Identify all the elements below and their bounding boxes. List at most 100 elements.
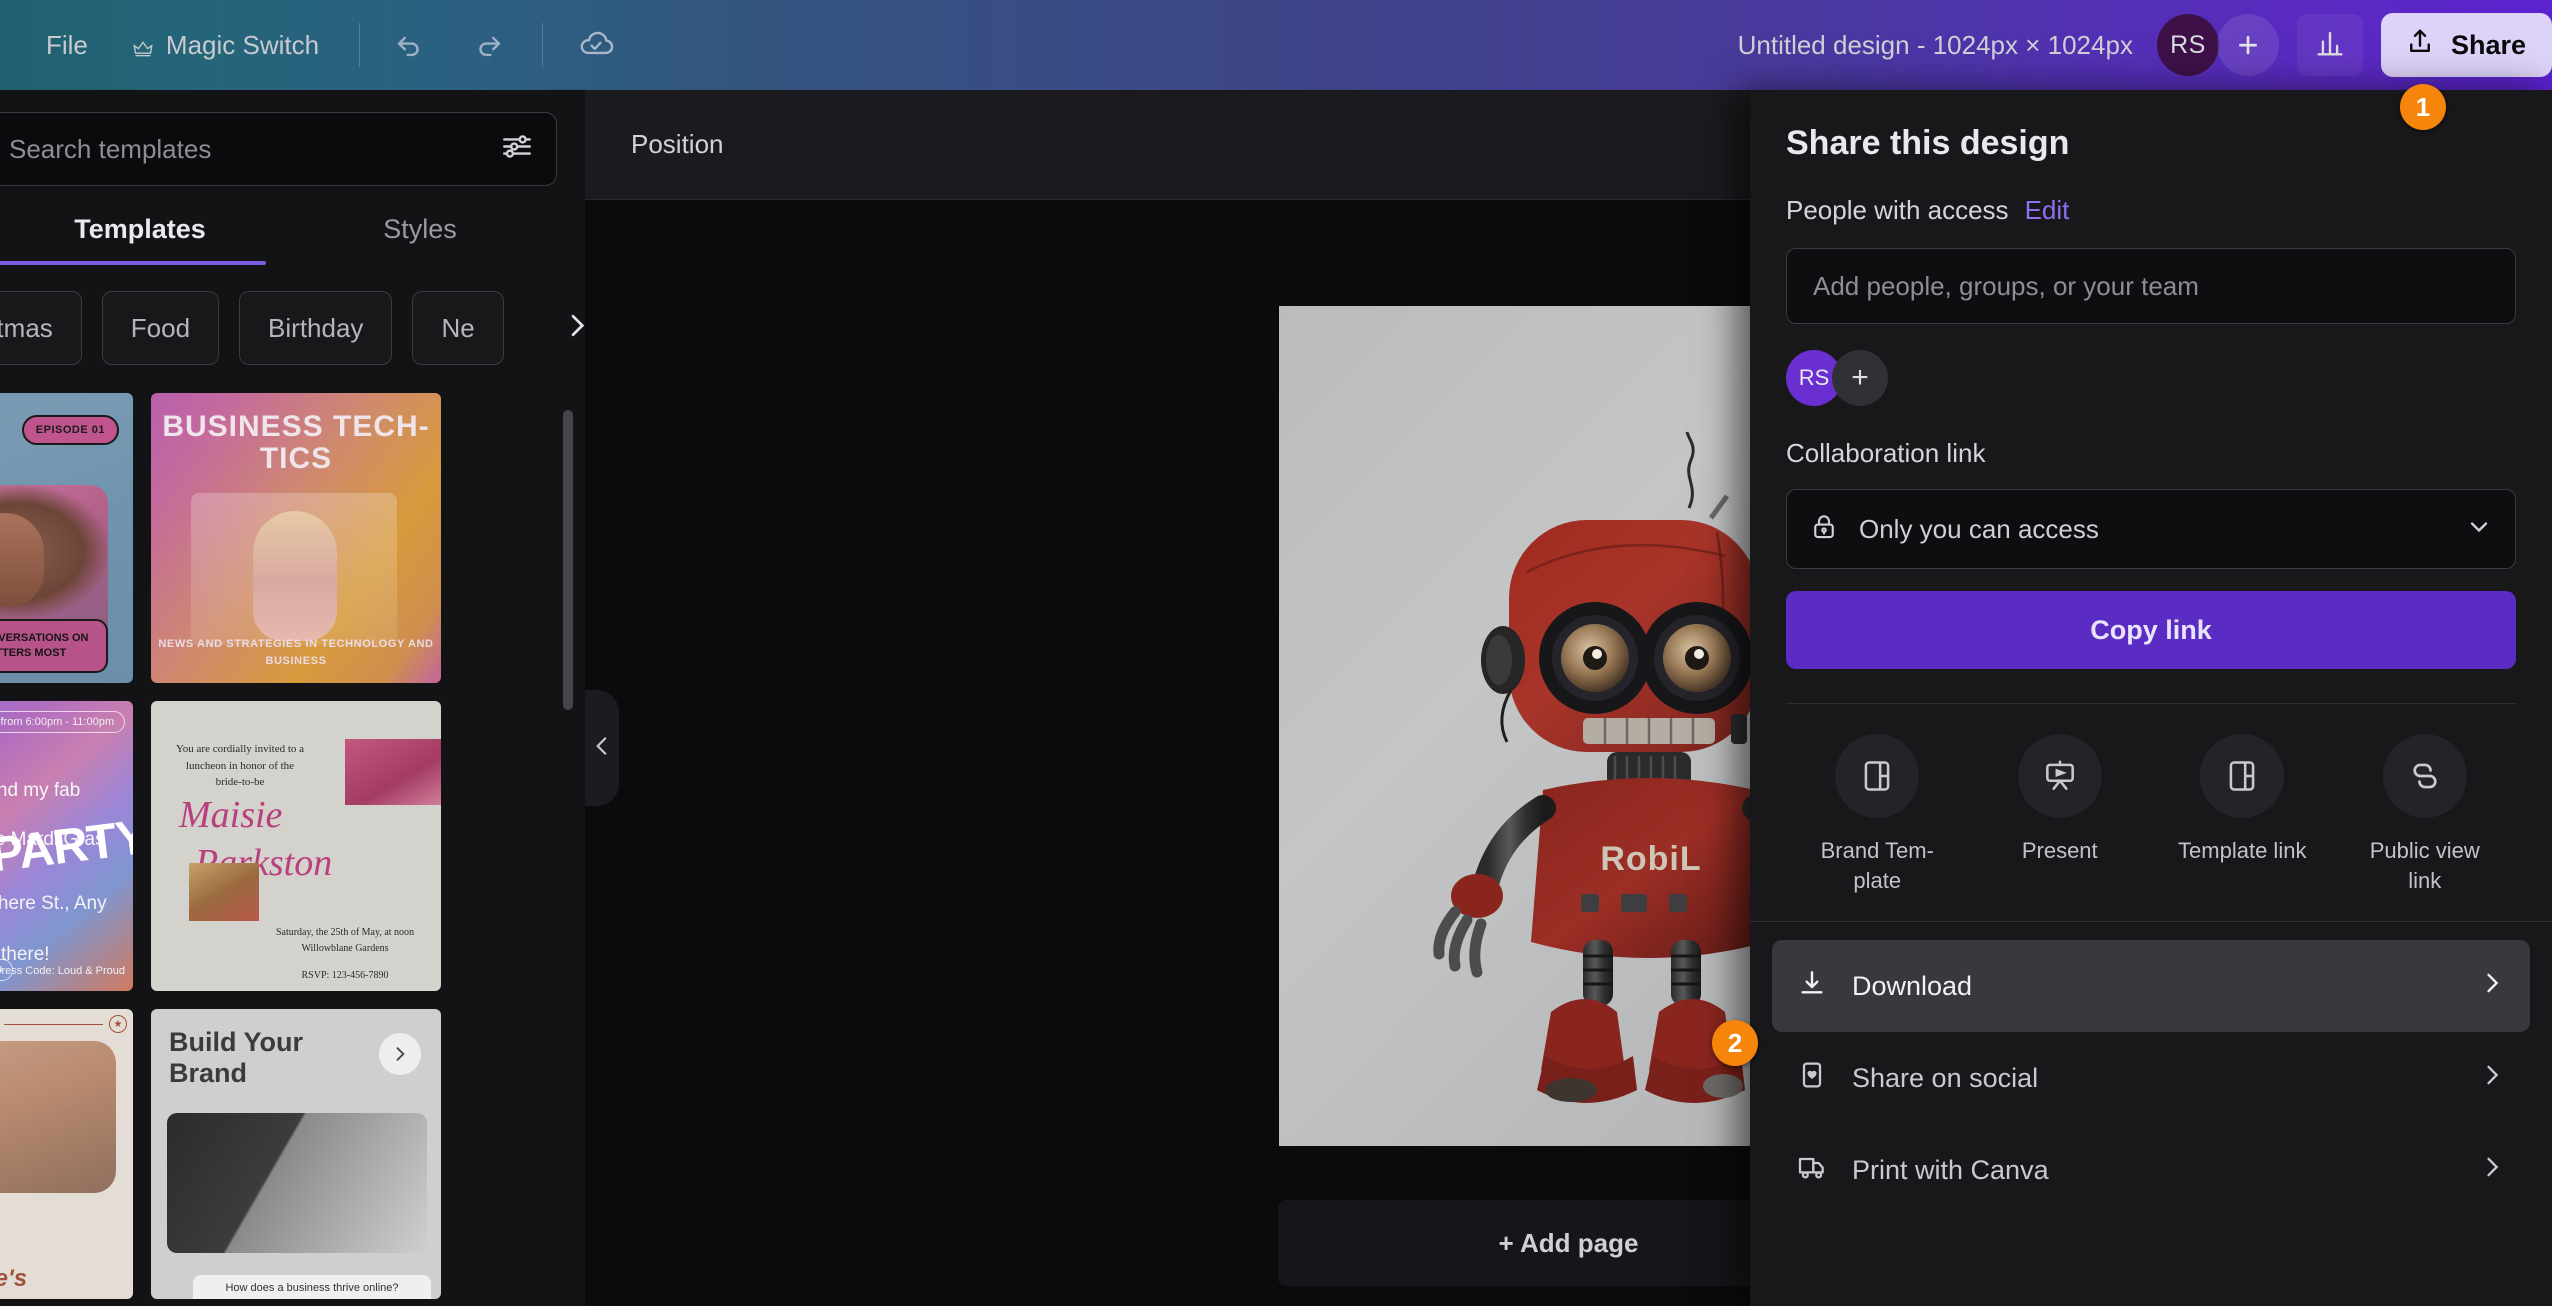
option-label: Present (2021, 838, 2098, 863)
avatar-initials: RS (1798, 365, 1830, 390)
option-brand-template[interactable]: Brand Tem- plate (1786, 734, 1969, 895)
template-address: 23 Anywhere St., Any City See you there! (0, 893, 107, 966)
template-time: from 6:00pm - 11:00pm (0, 711, 125, 733)
template-card-build-your-brand[interactable]: Build Your Brand How does a business thr… (151, 1009, 441, 1299)
badge-label: 1 (2415, 91, 2431, 122)
template-link-icon (2200, 734, 2285, 818)
chip-christmas-label: ristmas (0, 312, 53, 343)
magic-switch-label: Magic Switch (165, 29, 320, 60)
add-collaborator-button[interactable]: + (2216, 14, 2279, 76)
file-menu-label: File (46, 29, 88, 60)
add-page-label: + Add page (1498, 1227, 1639, 1258)
spotlight-name: nichole's (0, 1265, 28, 1292)
share-panel-title: Share this design (1786, 124, 2070, 162)
episode-badge: EPISODE 01 (21, 415, 119, 445)
option-template-link[interactable]: Template link (2151, 734, 2334, 895)
invite-text: You are cordially invited to a luncheon … (175, 743, 305, 788)
template-card-business-tech-tics[interactable]: BUSINESS TECH-TICS NEWS AND STRATEGIES I… (151, 393, 441, 683)
copy-link-button[interactable]: Copy link (1786, 591, 2516, 669)
category-chip-row: ristmas Food Birthday Ne (0, 291, 585, 365)
cloud-check-icon (577, 26, 615, 64)
collapse-sidebar-button[interactable] (585, 690, 619, 806)
search-placeholder: Search templates (9, 133, 212, 164)
add-people-input[interactable]: Add people, groups, or your team (1786, 248, 2516, 324)
share-options-row: Brand Tem- plate Present Template link P… (1750, 704, 2552, 907)
position-button[interactable]: Position (617, 117, 738, 172)
chip-christmas[interactable]: ristmas (0, 291, 82, 365)
access-level-select[interactable]: Only you can access (1786, 489, 2516, 569)
access-level-value: Only you can access (1859, 513, 2099, 544)
magic-switch-button[interactable]: Magic Switch (110, 15, 341, 75)
plus-icon: + (2237, 24, 2259, 65)
file-menu-button[interactable]: File (24, 15, 110, 75)
rsvp-text: RSVP: 123-456-7890 (301, 970, 389, 981)
thumbnail-photo (191, 493, 397, 645)
option-public-view-link[interactable]: Public view link (2334, 734, 2517, 895)
sidebar-tabs: Templates Styles (0, 214, 585, 265)
chevron-right-icon (2478, 969, 2506, 1004)
edit-access-link[interactable]: Edit (2025, 195, 2070, 226)
menu-item-download[interactable]: Download (1772, 940, 2530, 1033)
user-avatar[interactable]: RS (2156, 14, 2219, 76)
tab-templates[interactable]: Templates (0, 214, 280, 265)
upload-icon (2405, 27, 2435, 64)
download-icon (1796, 967, 1828, 1006)
insights-button[interactable] (2296, 14, 2363, 76)
share-button[interactable]: Share (2380, 13, 2552, 77)
menu-item-label: Share on social (1852, 1062, 2039, 1093)
option-label: Brand Tem- plate (1820, 838, 1934, 893)
menu-item-share-on-social[interactable]: Share on social (1772, 1032, 2530, 1124)
menu-item-label: Print with Canva (1852, 1154, 2049, 1185)
template-card-pride-party[interactable]: 5, 2023 from 6:00pm - 11:00pm oin me and… (0, 701, 133, 991)
add-person-button[interactable]: + (1832, 350, 1888, 406)
undo-button[interactable] (378, 14, 440, 76)
tab-styles-label: Styles (383, 214, 457, 244)
thumbnail-photo (0, 1041, 116, 1193)
share-button-label: Share (2450, 29, 2526, 60)
menu-item-print-with-canva[interactable]: Print with Canva (1772, 1124, 2530, 1216)
search-input[interactable]: Search templates (0, 112, 557, 186)
chevron-right-icon[interactable] (561, 310, 585, 347)
sliders-icon[interactable] (500, 130, 534, 169)
tab-templates-label: Templates (74, 214, 206, 244)
search-row: Search templates (0, 90, 585, 186)
tab-styles[interactable]: Styles (280, 214, 560, 265)
chevron-right-icon (2478, 1061, 2506, 1096)
chip-new[interactable]: Ne (412, 291, 504, 365)
option-label: Template link (2178, 838, 2307, 863)
chip-birthday[interactable]: Birthday (239, 291, 393, 365)
document-title[interactable]: Untitled design - 1024px × 1024px (1722, 30, 2149, 61)
top-header-bar: File Magic Switch Untitled design - 1024… (0, 0, 2552, 90)
option-present[interactable]: Present (1969, 734, 2152, 895)
thumbnail-photo (0, 485, 108, 633)
header-right-group: RS + Share (2149, 0, 2552, 90)
social-card-icon (1796, 1059, 1828, 1098)
template-caption: How does a business thrive online? (193, 1275, 431, 1299)
template-caption: ARTFELT CONVERSATIONS ON WHAT MATTERS MO… (0, 619, 108, 673)
template-card-heartfelt-podcast[interactable]: eart ll EPISODE 01 ARTFELT CONVERSATIONS… (0, 393, 133, 683)
svg-text:RobiL: RobiL (1600, 840, 1701, 878)
bar-chart-icon (2313, 26, 2347, 65)
truck-icon (1796, 1151, 1828, 1190)
avatar-initials: RS (2170, 30, 2206, 59)
annotation-badge-1: 1 (2400, 84, 2446, 130)
redo-button[interactable] (458, 14, 520, 76)
thumbnail-photo-top (345, 739, 441, 805)
template-card-maisie-parkston[interactable]: You are cordially invited to a luncheon … (151, 701, 441, 991)
template-card-spotlight[interactable]: s Spotlight ★ nichole's (0, 1009, 133, 1299)
people-avatar-row: RS + (1786, 350, 2516, 406)
chip-food[interactable]: Food (101, 291, 220, 365)
event-details: Saturday, the 25th of May, at noon Willo… (275, 927, 415, 954)
share-action-menu: Download Share on social Print with Canv… (1750, 922, 2552, 1216)
chevron-left-icon (589, 733, 615, 764)
sidebar-scrollbar[interactable] (563, 410, 573, 710)
menu-item-label: Download (1852, 970, 1973, 1001)
divider (4, 1024, 103, 1025)
chevron-right-icon[interactable] (379, 1033, 421, 1075)
chip-food-label: Food (130, 312, 191, 343)
star-icon: ★ (109, 1015, 127, 1033)
thumbnail-photo (167, 1113, 427, 1253)
template-title: Build Your Brand (169, 1027, 303, 1089)
saved-status-button[interactable] (565, 14, 627, 76)
lock-icon (1809, 512, 1839, 547)
